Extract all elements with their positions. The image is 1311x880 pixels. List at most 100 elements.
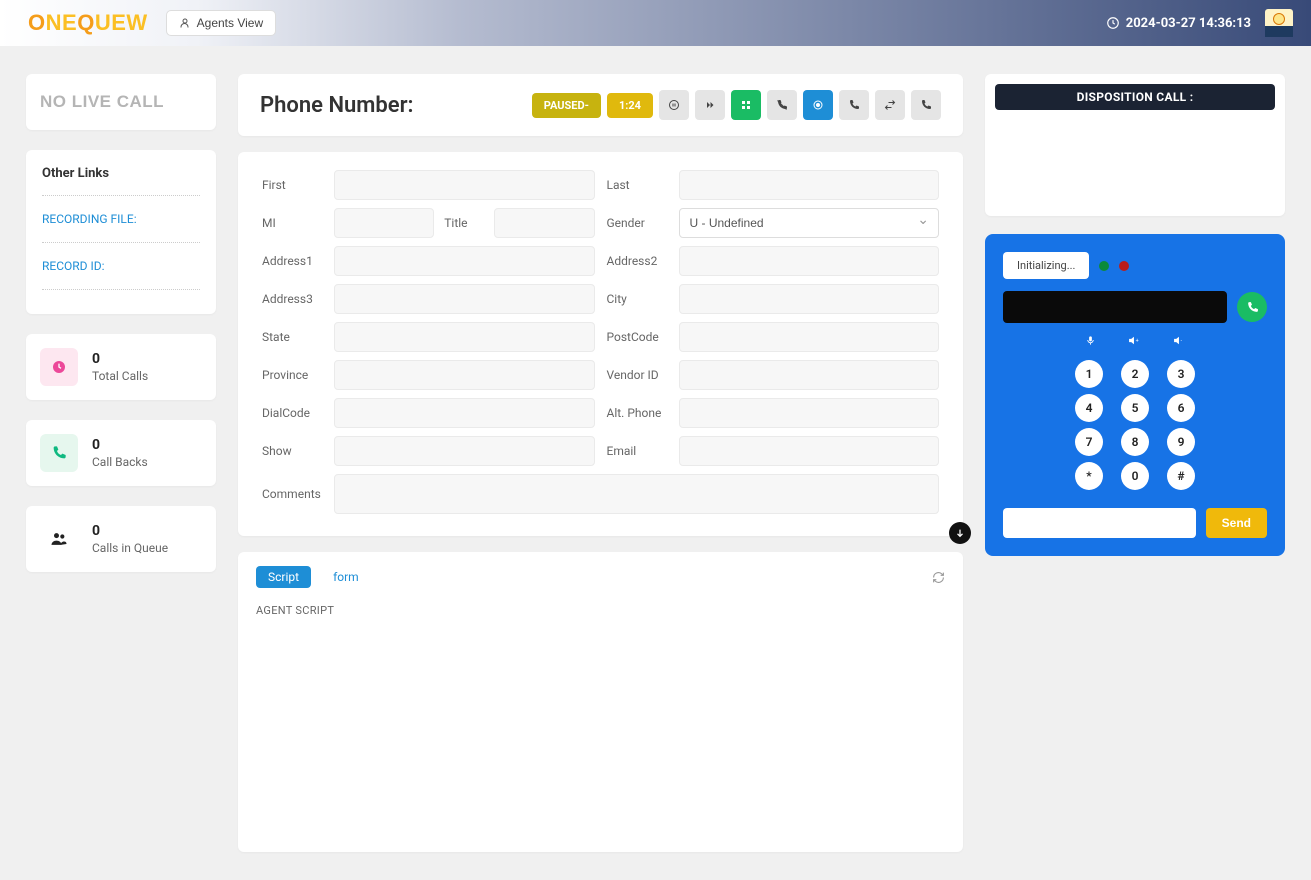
tab-script[interactable]: Script [256, 566, 311, 588]
volume-down-icon[interactable]: - [1173, 335, 1186, 346]
input-mi[interactable] [334, 208, 434, 238]
status-dot-red [1119, 261, 1129, 271]
call-button[interactable] [839, 90, 869, 120]
input-dialcode[interactable] [334, 398, 595, 428]
label-dialcode: DialCode [262, 406, 322, 420]
send-button[interactable]: Send [1206, 508, 1267, 538]
header-right: 2024-03-27 14:36:13 [1106, 9, 1293, 37]
input-email[interactable] [679, 436, 940, 466]
lead-form: First Last MI Title Gender U - Undefined… [262, 170, 939, 514]
timer-badge: 1:24 [607, 93, 653, 118]
input-state[interactable] [334, 322, 595, 352]
key-2[interactable]: 2 [1121, 360, 1149, 388]
mute-button[interactable] [767, 90, 797, 120]
input-address3[interactable] [334, 284, 595, 314]
label-address2: Address2 [607, 254, 667, 268]
user-avatar[interactable] [1265, 9, 1293, 37]
select-gender[interactable]: U - Undefined [679, 208, 940, 238]
header-clock: 2024-03-27 14:36:13 [1106, 16, 1251, 31]
dialer-keypad: 1 2 3 4 5 6 7 8 9 * 0 # [1003, 360, 1267, 490]
users-icon [40, 520, 78, 558]
tab-form[interactable]: form [321, 566, 371, 588]
key-1[interactable]: 1 [1075, 360, 1103, 388]
record-id-link[interactable]: RECORD ID: [42, 251, 200, 281]
dial-number-input[interactable] [1003, 291, 1227, 323]
dialer-card: Initializing... + - 1 2 3 4 5 [985, 234, 1285, 556]
dial-call-button[interactable] [1237, 292, 1267, 322]
stat-text: 0 Call Backs [92, 437, 148, 469]
input-first[interactable] [334, 170, 595, 200]
label-vendor-id: Vendor ID [607, 368, 667, 382]
call-backs-label: Call Backs [92, 455, 148, 469]
send-row: Send [1003, 508, 1267, 538]
label-title: Title [444, 216, 484, 230]
arrow-down-icon [955, 528, 965, 538]
input-province[interactable] [334, 360, 595, 390]
input-show[interactable] [334, 436, 595, 466]
dialpad-button[interactable] [731, 90, 761, 120]
refresh-button[interactable] [932, 571, 945, 584]
clock-fill-icon [40, 348, 78, 386]
disposition-body [995, 110, 1275, 206]
total-calls-card: 0 Total Calls [26, 334, 216, 400]
divider [42, 289, 200, 290]
queue-value: 0 [92, 523, 168, 539]
volume-up-icon[interactable]: + [1128, 335, 1141, 346]
total-calls-value: 0 [92, 351, 148, 367]
transfer-button[interactable] [875, 90, 905, 120]
left-column: NO LIVE CALL Other Links RECORDING FILE:… [26, 74, 216, 572]
key-9[interactable]: 9 [1167, 428, 1195, 456]
disposition-card: DISPOSITION CALL : [985, 74, 1285, 216]
input-postcode[interactable] [679, 322, 940, 352]
label-state: State [262, 330, 322, 344]
total-calls-label: Total Calls [92, 369, 148, 383]
input-address2[interactable] [679, 246, 940, 276]
main-header-bar: Phone Number: PAUSED- 1:24 [238, 74, 963, 136]
record-button[interactable] [803, 90, 833, 120]
skip-button[interactable] [695, 90, 725, 120]
key-3[interactable]: 3 [1167, 360, 1195, 388]
scroll-down-button[interactable] [949, 522, 971, 544]
key-8[interactable]: 8 [1121, 428, 1149, 456]
user-icon [179, 17, 191, 29]
calls-in-queue-card: 0 Calls in Queue [26, 506, 216, 572]
label-show: Show [262, 444, 322, 458]
hangup-button[interactable] [911, 90, 941, 120]
key-6[interactable]: 6 [1167, 394, 1195, 422]
agents-view-button[interactable]: Agents View [166, 10, 277, 36]
input-city[interactable] [679, 284, 940, 314]
key-0[interactable]: 0 [1121, 462, 1149, 490]
label-comments: Comments [262, 487, 322, 501]
pause-button[interactable] [659, 90, 689, 120]
label-last: Last [607, 178, 667, 192]
label-alt-phone: Alt. Phone [607, 406, 667, 420]
call-backs-value: 0 [92, 437, 148, 453]
dial-input-row [1003, 291, 1267, 323]
input-address1[interactable] [334, 246, 595, 276]
divider [42, 195, 200, 196]
right-column: DISPOSITION CALL : Initializing... + - [985, 74, 1285, 556]
mic-icon[interactable] [1085, 335, 1096, 346]
divider [42, 242, 200, 243]
send-input[interactable] [1003, 508, 1196, 538]
key-hash[interactable]: # [1167, 462, 1195, 490]
input-comments[interactable] [334, 474, 939, 514]
svg-text:+: + [1135, 338, 1138, 344]
clock-icon [1106, 16, 1120, 30]
input-vendor-id[interactable] [679, 360, 940, 390]
label-first: First [262, 178, 322, 192]
phone-icon [40, 434, 78, 472]
recording-file-link[interactable]: RECORDING FILE: [42, 204, 200, 234]
agent-script-text: AGENT SCRIPT [256, 604, 945, 617]
key-4[interactable]: 4 [1075, 394, 1103, 422]
key-5[interactable]: 5 [1121, 394, 1149, 422]
input-alt-phone[interactable] [679, 398, 940, 428]
key-7[interactable]: 7 [1075, 428, 1103, 456]
label-email: Email [607, 444, 667, 458]
key-star[interactable]: * [1075, 462, 1103, 490]
other-links-heading: Other Links [42, 166, 200, 181]
input-last[interactable] [679, 170, 940, 200]
app-header: ONEQUEW Agents View 2024-03-27 14:36:13 [0, 0, 1311, 46]
agents-view-label: Agents View [197, 16, 264, 30]
input-title[interactable] [494, 208, 594, 238]
